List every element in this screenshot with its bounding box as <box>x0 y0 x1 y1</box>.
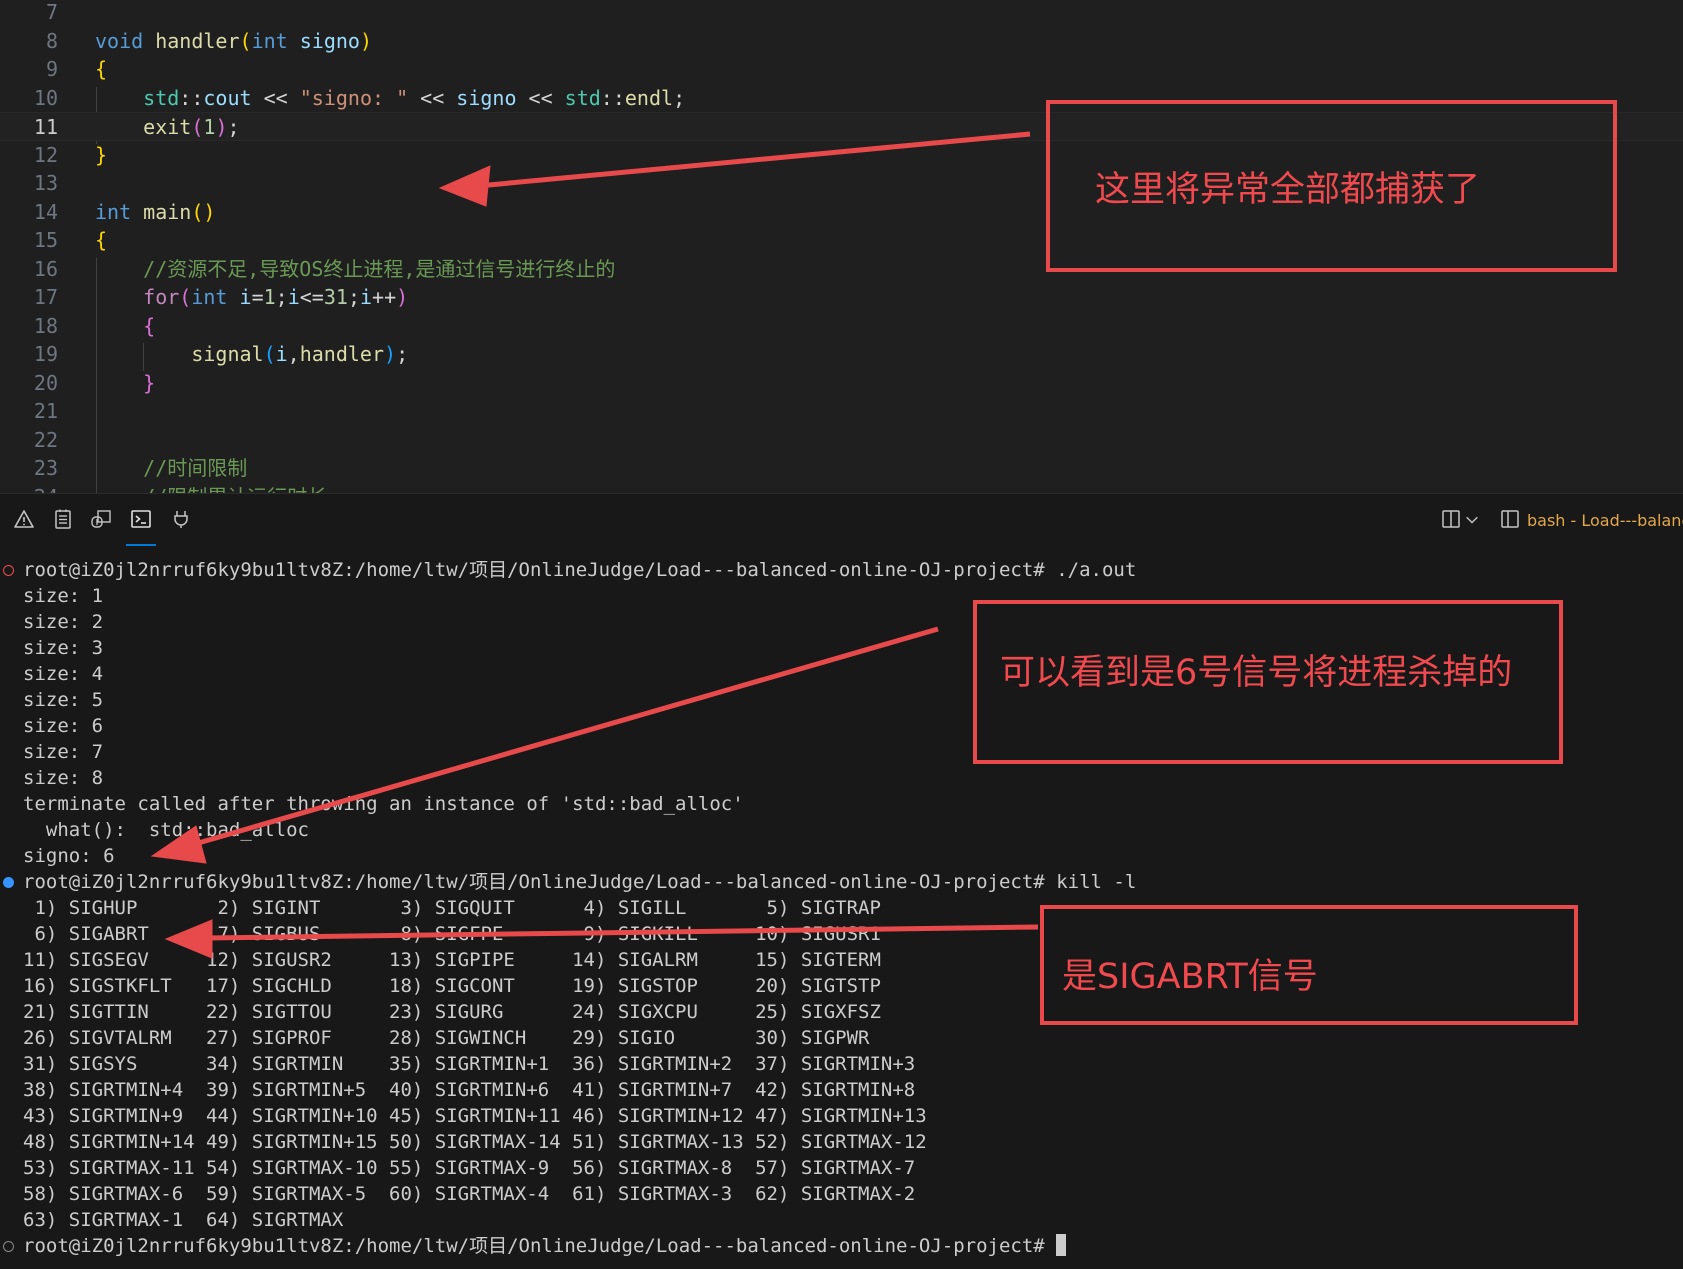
terminal-line: 21) SIGTTIN 22) SIGTTOU 23) SIGURG 24) S… <box>23 1001 881 1023</box>
code-line: 18 { <box>0 312 1683 341</box>
terminal-instance-button[interactable] <box>1497 508 1523 534</box>
line-number: 11 <box>33 115 58 139</box>
command-success-icon[interactable] <box>3 877 14 888</box>
terminal-layout-dropdown[interactable] <box>1463 508 1481 534</box>
ports-tab[interactable] <box>168 508 194 534</box>
command-failed-icon[interactable] <box>3 565 14 576</box>
code-line: 17 for(int i=1;i<=31;i++) <box>0 283 1683 312</box>
code-text: { <box>95 313 156 338</box>
terminal-line: what(): std::bad_alloc <box>23 819 309 841</box>
terminal-line: size: 3 <box>23 637 104 659</box>
terminal-instance-label[interactable]: bash - Load---balance <box>1527 508 1683 534</box>
terminal-line: 58) SIGRTMAX-6 59) SIGRTMAX-5 60) SIGRTM… <box>23 1183 916 1205</box>
split-layout-icon <box>1440 508 1462 534</box>
terminal-line: 31) SIGSYS 34) SIGRTMIN 35) SIGRTMIN+1 3… <box>23 1053 916 1075</box>
terminal-line: 53) SIGRTMAX-11 54) SIGRTMAX-10 55) SIGR… <box>23 1157 916 1179</box>
ports-icon <box>170 508 192 534</box>
terminal-cursor <box>1056 1234 1067 1256</box>
code-line: 21 <box>0 397 1683 426</box>
code-line: 20 } <box>0 369 1683 398</box>
terminal-icon <box>130 508 152 534</box>
code-comment: //资源不足,导致OS终止进程,是通过信号进行终止的 <box>95 256 616 281</box>
active-tab-indicator <box>126 544 156 546</box>
code-line: 8 void handler(int signo) <box>0 27 1683 56</box>
code-text: { <box>95 228 108 252</box>
line-number: 17 <box>33 285 58 309</box>
command-pending-icon[interactable] <box>3 1241 14 1252</box>
terminal-line: terminate called after throwing an insta… <box>23 793 744 815</box>
code-line: 9{ <box>0 55 1683 84</box>
code-text: { <box>95 57 108 81</box>
debug-console-tab[interactable] <box>88 508 114 534</box>
line-number: 21 <box>33 399 58 423</box>
debug-console-icon <box>90 508 112 534</box>
output-tab[interactable] <box>50 508 76 534</box>
terminal-line: 11) SIGSEGV 12) SIGUSR2 13) SIGPIPE 14) … <box>23 949 881 971</box>
output-icon <box>52 508 74 534</box>
code-line: 23 //时间限制 <box>0 454 1683 483</box>
code-line: 24 //限制累计运行时长 <box>0 483 1683 494</box>
code-text: exit(1); <box>143 115 240 139</box>
code-text: std::cout << "signo: " << signo << std::… <box>143 85 686 110</box>
panel-tab-bar: bash - Load---balance <box>0 493 1683 551</box>
terminal-line: size: 4 <box>23 663 104 685</box>
line-number: 8 <box>45 28 58 53</box>
code-text: signal(i,handler); <box>191 342 409 366</box>
terminal-line: size: 1 <box>23 585 104 607</box>
line-number: 14 <box>33 199 58 224</box>
code-line: 7 <box>0 0 1683 27</box>
line-number: 12 <box>33 142 58 167</box>
warning-icon <box>13 508 35 534</box>
line-number: 18 <box>33 313 58 338</box>
terminal-line: 16) SIGSTKFLT 17) SIGCHLD 18) SIGCONT 19… <box>23 975 881 997</box>
code-comment: //时间限制 <box>95 456 248 480</box>
terminal-layout-button[interactable] <box>1438 508 1464 534</box>
terminal-line: size: 7 <box>23 741 104 763</box>
annotation-text: 这里将异常全部都捕获了 <box>1095 170 1481 210</box>
terminal-line: 6) SIGABRT 7) SIGBUS 8) SIGFPE 9) SIGKIL… <box>23 923 881 945</box>
terminal-line: size: 6 <box>23 715 104 737</box>
line-number: 24 <box>0 483 58 494</box>
code-comment: //限制累计运行时长 <box>95 483 327 494</box>
line-number: 23 <box>33 456 58 480</box>
code-text: } <box>95 370 156 395</box>
terminal-line: root@iZ0jl2nrruf6ky9bu1ltv8Z:/home/ltw/项… <box>23 559 1137 581</box>
terminal-line: 26) SIGVTALRM 27) SIGPROF 28) SIGWINCH 2… <box>23 1027 870 1049</box>
terminal-line: root@iZ0jl2nrruf6ky9bu1ltv8Z:/home/ltw/项… <box>23 1233 1067 1259</box>
terminal-line: size: 5 <box>23 689 104 711</box>
annotation-text: 是SIGABRT信号 <box>1062 957 1318 997</box>
line-number: 15 <box>33 228 58 252</box>
line-number: 9 <box>45 57 58 81</box>
terminal-split-icon <box>1499 508 1521 534</box>
line-number: 10 <box>33 85 58 110</box>
terminal-line: size: 8 <box>23 767 104 789</box>
line-number: 16 <box>33 256 58 281</box>
code-text: int main() <box>95 199 216 224</box>
line-number: 22 <box>33 427 58 452</box>
annotation-text: 可以看到是6号信号将进程杀掉的 <box>1000 653 1513 693</box>
chevron-down-icon <box>1464 508 1480 534</box>
line-number: 19 <box>33 342 58 366</box>
terminal-line: root@iZ0jl2nrruf6ky9bu1ltv8Z:/home/ltw/项… <box>23 871 1137 893</box>
terminal-line: 43) SIGRTMIN+9 44) SIGRTMIN+10 45) SIGRT… <box>23 1105 927 1127</box>
terminal-line: 48) SIGRTMIN+14 49) SIGRTMIN+15 50) SIGR… <box>23 1131 927 1153</box>
terminal-line: 63) SIGRTMAX-1 64) SIGRTMAX <box>23 1209 344 1231</box>
code-text: void handler(int signo) <box>95 28 372 53</box>
line-number: 20 <box>33 370 58 395</box>
line-number: 7 <box>45 0 58 24</box>
code-line: 19 signal(i,handler); <box>0 340 1683 369</box>
terminal-line: signo: 6 <box>23 845 115 867</box>
problems-tab[interactable] <box>11 508 37 534</box>
line-number: 13 <box>33 171 58 195</box>
terminal-tab[interactable] <box>128 508 154 534</box>
terminal-line: size: 2 <box>23 611 104 633</box>
code-line: 22 <box>0 426 1683 455</box>
code-text: for(int i=1;i<=31;i++) <box>143 285 409 309</box>
terminal-line: 1) SIGHUP 2) SIGINT 3) SIGQUIT 4) SIGILL… <box>23 897 881 919</box>
terminal-line: 38) SIGRTMIN+4 39) SIGRTMIN+5 40) SIGRTM… <box>23 1079 916 1101</box>
code-text: } <box>95 142 108 167</box>
